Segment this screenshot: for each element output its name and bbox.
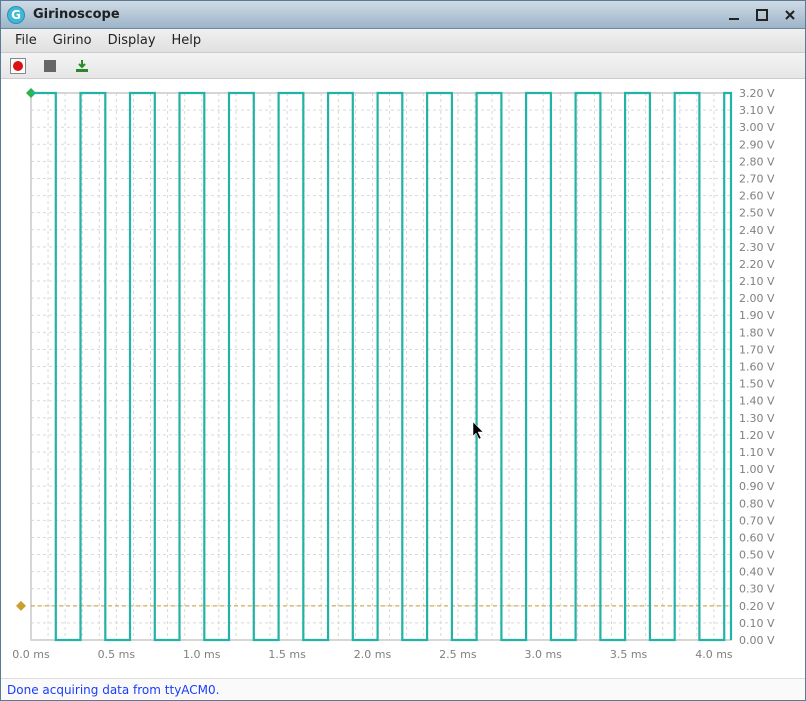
svg-text:0.30 V: 0.30 V xyxy=(739,583,775,596)
record-button[interactable] xyxy=(7,56,29,76)
svg-text:3.20 V: 3.20 V xyxy=(739,87,775,100)
svg-text:1.60 V: 1.60 V xyxy=(739,361,775,374)
svg-text:1.10 V: 1.10 V xyxy=(739,446,775,459)
svg-text:2.5 ms: 2.5 ms xyxy=(439,648,477,661)
svg-text:3.10 V: 3.10 V xyxy=(739,104,775,117)
svg-text:0.50 V: 0.50 V xyxy=(739,549,775,562)
svg-text:1.50 V: 1.50 V xyxy=(739,378,775,391)
svg-text:1.90 V: 1.90 V xyxy=(739,309,775,322)
svg-text:0.20 V: 0.20 V xyxy=(739,600,775,613)
svg-text:2.30 V: 2.30 V xyxy=(739,241,775,254)
svg-text:1.20 V: 1.20 V xyxy=(739,429,775,442)
menu-file[interactable]: File xyxy=(7,31,45,50)
svg-text:2.70 V: 2.70 V xyxy=(739,172,775,185)
close-button[interactable] xyxy=(781,7,799,23)
svg-text:0.80 V: 0.80 V xyxy=(739,497,775,510)
svg-text:0.10 V: 0.10 V xyxy=(739,617,775,630)
window-controls xyxy=(725,7,799,23)
window-title: Girinoscope xyxy=(33,7,725,22)
statusbar: Done acquiring data from ttyACM0. xyxy=(1,678,805,700)
svg-text:2.10 V: 2.10 V xyxy=(739,275,775,288)
menu-girino[interactable]: Girino xyxy=(45,31,100,50)
titlebar[interactable]: G Girinoscope xyxy=(1,1,805,29)
svg-text:0.0 ms: 0.0 ms xyxy=(12,648,50,661)
svg-text:1.00 V: 1.00 V xyxy=(739,463,775,476)
stop-icon xyxy=(42,58,58,74)
svg-text:2.50 V: 2.50 V xyxy=(739,207,775,220)
svg-text:0.90 V: 0.90 V xyxy=(739,480,775,493)
oscilloscope-chart[interactable]: 0.00 V 0.10 V 0.20 V 0.30 V 0.40 V 0.50 V 0.60… xyxy=(1,79,805,678)
svg-text:2.40 V: 2.40 V xyxy=(739,224,775,237)
menu-help[interactable]: Help xyxy=(164,31,210,50)
svg-text:2.90 V: 2.90 V xyxy=(739,138,775,151)
svg-text:3.5 ms: 3.5 ms xyxy=(610,648,648,661)
svg-text:2.00 V: 2.00 V xyxy=(739,292,775,305)
export-button[interactable] xyxy=(71,56,93,76)
svg-text:2.20 V: 2.20 V xyxy=(739,258,775,271)
svg-text:0.70 V: 0.70 V xyxy=(739,514,775,527)
record-icon xyxy=(10,58,26,74)
svg-text:0.60 V: 0.60 V xyxy=(739,531,775,544)
chart-svg: 0.00 V 0.10 V 0.20 V 0.30 V 0.40 V 0.50 V 0.60… xyxy=(1,79,805,678)
svg-text:1.0 ms: 1.0 ms xyxy=(183,648,221,661)
svg-text:0.00 V: 0.00 V xyxy=(739,634,775,647)
app-icon: G xyxy=(7,6,25,24)
export-icon xyxy=(74,58,90,74)
svg-text:2.0 ms: 2.0 ms xyxy=(354,648,392,661)
svg-text:1.30 V: 1.30 V xyxy=(739,412,775,425)
stop-button[interactable] xyxy=(39,56,61,76)
svg-text:1.80 V: 1.80 V xyxy=(739,326,775,339)
minimize-button[interactable] xyxy=(725,7,743,23)
svg-text:2.80 V: 2.80 V xyxy=(739,155,775,168)
menubar: File Girino Display Help xyxy=(1,29,805,53)
maximize-button[interactable] xyxy=(753,7,771,23)
svg-text:1.40 V: 1.40 V xyxy=(739,395,775,408)
menu-display[interactable]: Display xyxy=(100,31,164,50)
svg-text:3.00 V: 3.00 V xyxy=(739,121,775,134)
svg-text:1.70 V: 1.70 V xyxy=(739,343,775,356)
svg-text:1.5 ms: 1.5 ms xyxy=(268,648,306,661)
toolbar xyxy=(1,53,805,79)
svg-text:4.0 ms: 4.0 ms xyxy=(695,648,733,661)
svg-text:0.40 V: 0.40 V xyxy=(739,566,775,579)
svg-text:3.0 ms: 3.0 ms xyxy=(524,648,562,661)
svg-text:0.5 ms: 0.5 ms xyxy=(98,648,136,661)
svg-text:2.60 V: 2.60 V xyxy=(739,190,775,203)
app-window: G Girinoscope File Girino Display Help xyxy=(0,0,806,701)
status-text: Done acquiring data from ttyACM0. xyxy=(7,683,219,697)
